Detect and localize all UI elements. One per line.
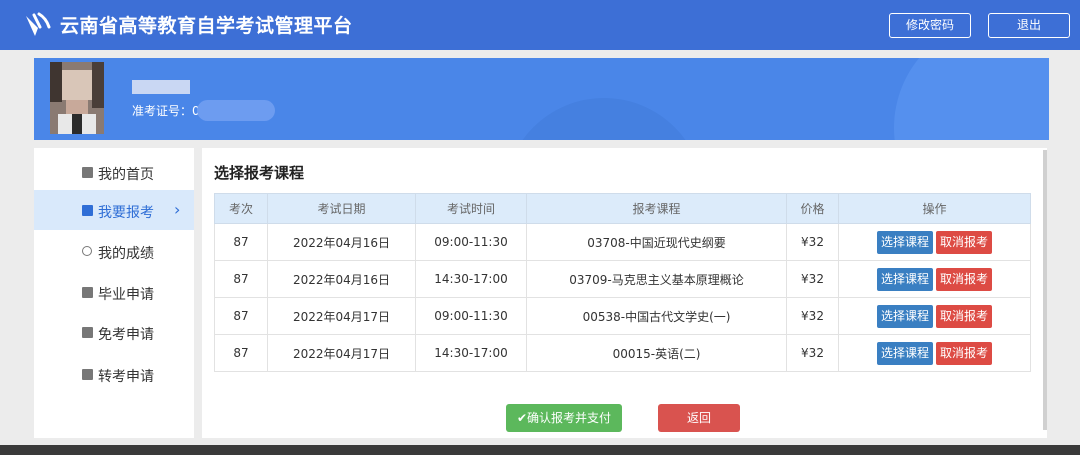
cell-time: 09:00-11:30 — [415, 223, 527, 261]
exemption-icon — [82, 327, 93, 338]
site-title: 云南省高等教育自学考试管理平台 — [60, 15, 353, 37]
sidebar-nav: 我的首页 我要报考 › 我的成绩 毕业申请 免考申请 转考申请 — [34, 148, 194, 438]
cell-session: 87 — [214, 334, 268, 372]
graduation-icon — [82, 287, 93, 298]
cell-time: 14:30-17:00 — [415, 260, 527, 298]
column-header: 考次 — [214, 193, 268, 224]
table-row: 87 2022年04月16日 09:00-11:30 03708-中国近现代史纲… — [214, 223, 1031, 261]
cancel-registration-button[interactable]: 取消报考 — [936, 304, 993, 328]
cell-date: 2022年04月17日 — [267, 297, 416, 335]
sidebar-item-label: 我的成绩 — [98, 246, 154, 262]
column-header: 价格 — [786, 193, 839, 224]
chevron-right-icon: › — [174, 200, 181, 219]
column-header: 考试时间 — [415, 193, 527, 224]
cell-actions: 选择课程 取消报考 — [838, 260, 1031, 298]
sidebar-item-label: 免考申请 — [98, 327, 154, 343]
cell-date: 2022年04月16日 — [267, 260, 416, 298]
banner-decoration — [894, 58, 1049, 140]
footer-bar — [0, 445, 1080, 455]
sidebar-item-home[interactable]: 我的首页 — [34, 152, 194, 192]
cancel-registration-button[interactable]: 取消报考 — [936, 267, 993, 291]
exam-number: 准考证号：0 — [132, 104, 200, 118]
sidebar-item-transfer[interactable]: 转考申请 — [34, 354, 194, 394]
banner-decoration — [504, 98, 704, 140]
logo-icon — [26, 12, 51, 36]
course-table: 考次 考试日期 考试时间 报考课程 价格 操作 87 2022年04月16日 0… — [214, 193, 1031, 372]
sidebar-item-label: 转考申请 — [98, 369, 154, 385]
top-bar: 云南省高等教育自学考试管理平台 修改密码 退出 — [0, 0, 1080, 50]
sidebar-item-exemption[interactable]: 免考申请 — [34, 312, 194, 352]
choose-course-button[interactable]: 选择课程 — [876, 341, 933, 365]
avatar — [50, 62, 104, 134]
scrollbar[interactable] — [1043, 150, 1047, 430]
table-header-row: 考次 考试日期 考试时间 报考课程 价格 操作 — [214, 193, 1031, 224]
sidebar-item-label: 毕业申请 — [98, 287, 154, 303]
column-header: 报考课程 — [526, 193, 787, 224]
person-icon — [82, 246, 92, 256]
cancel-registration-button[interactable]: 取消报考 — [936, 230, 993, 254]
register-icon — [82, 205, 93, 216]
table-row: 87 2022年04月17日 14:30-17:00 00015-英语(二) ¥… — [214, 334, 1031, 372]
back-button[interactable]: 返回 — [658, 404, 740, 432]
sidebar-item-graduation[interactable]: 毕业申请 — [34, 272, 194, 312]
choose-course-button[interactable]: 选择课程 — [876, 304, 933, 328]
table-row: 87 2022年04月16日 14:30-17:00 03709-马克思主义基本… — [214, 260, 1031, 298]
cell-course: 00015-英语(二) — [526, 334, 787, 372]
choose-course-button[interactable]: 选择课程 — [876, 267, 933, 291]
sidebar-item-label: 我的首页 — [98, 167, 154, 183]
user-name — [132, 80, 190, 94]
cell-actions: 选择课程 取消报考 — [838, 223, 1031, 261]
exam-number-mask — [197, 100, 275, 121]
sidebar-item-label: 我要报考 — [98, 205, 154, 221]
cell-date: 2022年04月16日 — [267, 223, 416, 261]
home-icon — [82, 167, 93, 178]
sidebar-item-scores[interactable]: 我的成绩 — [34, 231, 194, 271]
change-password-button[interactable]: 修改密码 — [889, 13, 971, 38]
profile-banner — [34, 58, 1049, 140]
choose-course-button[interactable]: 选择课程 — [876, 230, 933, 254]
confirm-and-pay-button[interactable]: ✔确认报考并支付 — [506, 404, 622, 432]
cell-course: 03708-中国近现代史纲要 — [526, 223, 787, 261]
cell-price: ¥32 — [786, 223, 839, 261]
cell-course: 00538-中国古代文学史(一) — [526, 297, 787, 335]
cell-actions: 选择课程 取消报考 — [838, 297, 1031, 335]
page-title: 选择报考课程 — [214, 164, 305, 182]
transfer-icon — [82, 369, 93, 380]
sidebar-item-register[interactable]: 我要报考 › — [34, 190, 194, 230]
cell-time: 09:00-11:30 — [415, 297, 527, 335]
column-header: 操作 — [838, 193, 1031, 224]
cell-date: 2022年04月17日 — [267, 334, 416, 372]
cell-actions: 选择课程 取消报考 — [838, 334, 1031, 372]
cancel-registration-button[interactable]: 取消报考 — [936, 341, 993, 365]
table-row: 87 2022年04月17日 09:00-11:30 00538-中国古代文学史… — [214, 297, 1031, 335]
cell-price: ¥32 — [786, 297, 839, 335]
cell-session: 87 — [214, 223, 268, 261]
cell-price: ¥32 — [786, 260, 839, 298]
column-header: 考试日期 — [267, 193, 416, 224]
cell-course: 03709-马克思主义基本原理概论 — [526, 260, 787, 298]
cell-session: 87 — [214, 260, 268, 298]
cell-time: 14:30-17:00 — [415, 334, 527, 372]
cell-price: ¥32 — [786, 334, 839, 372]
cell-session: 87 — [214, 297, 268, 335]
logout-button[interactable]: 退出 — [988, 13, 1070, 38]
